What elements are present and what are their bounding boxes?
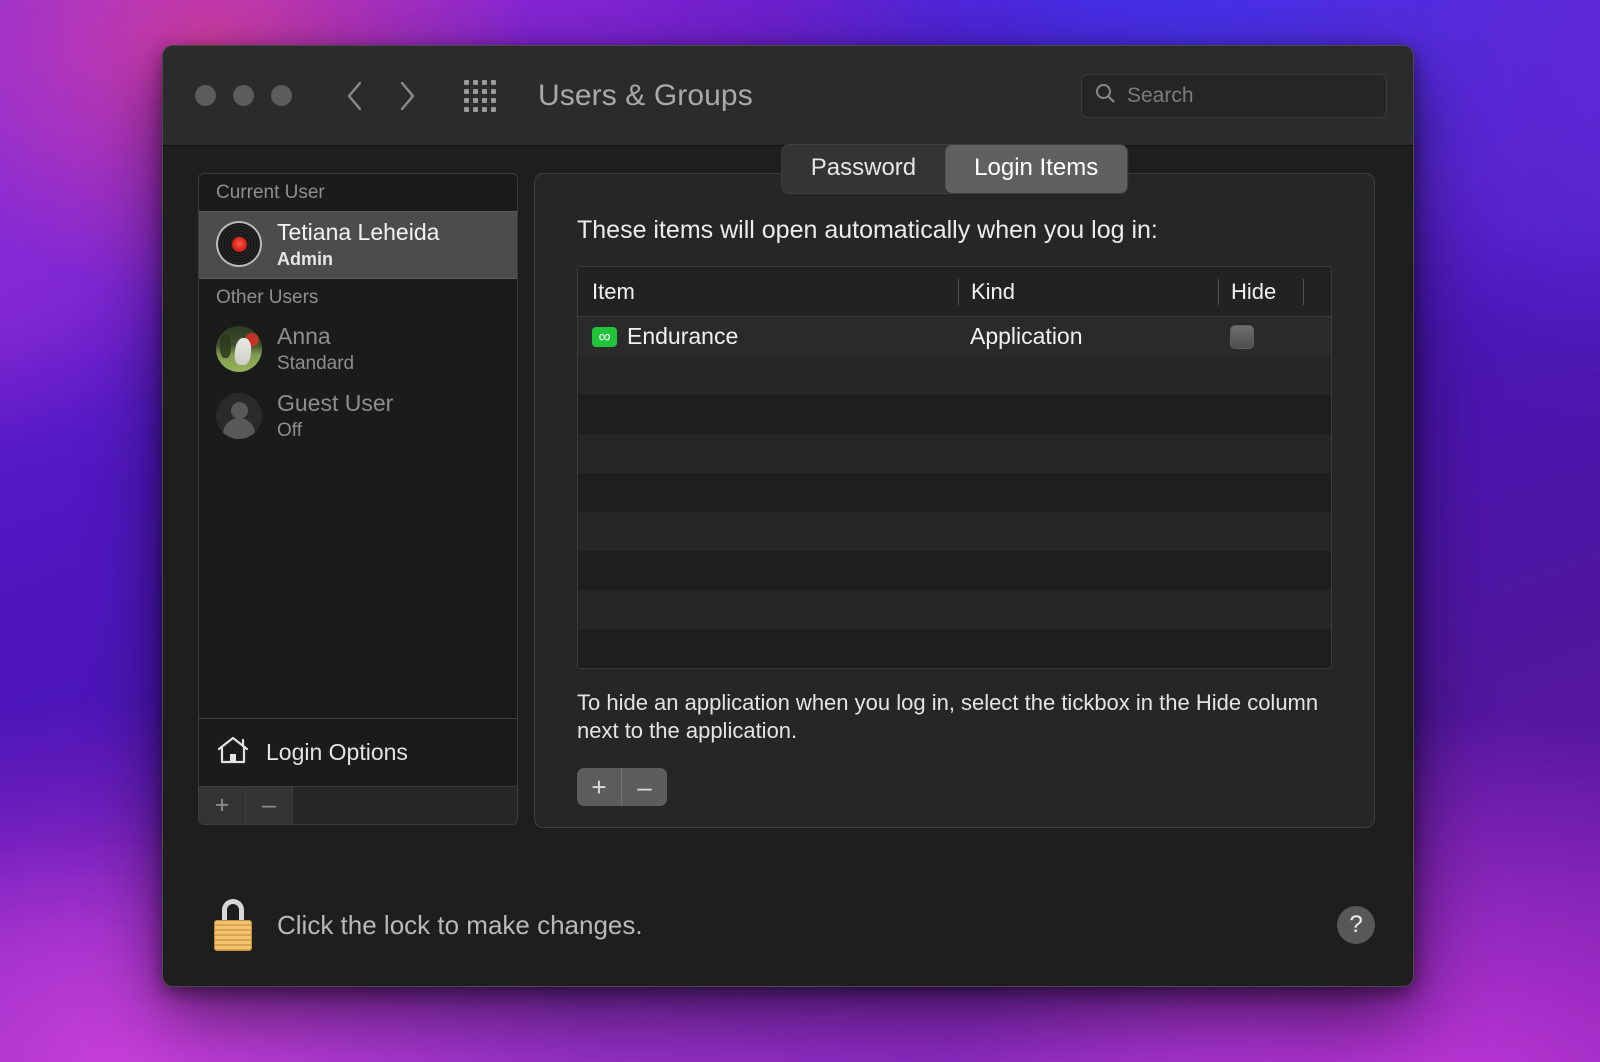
item-name: Endurance: [627, 323, 739, 349]
login-options-label: Login Options: [266, 739, 408, 765]
user-role: Off: [277, 419, 302, 441]
remove-login-item-button[interactable]: –: [622, 768, 667, 806]
user-name: Guest User: [277, 389, 394, 416]
add-user-button[interactable]: +: [199, 787, 246, 824]
user-name: Tetiana Leheida: [277, 219, 440, 245]
cell-item: ∞ Endurance: [578, 323, 958, 350]
hide-checkbox[interactable]: [1230, 324, 1254, 349]
user-row-guest-user[interactable]: Guest User Off: [199, 383, 517, 450]
column-header-filler: [1303, 278, 1331, 305]
lock-text: Click the lock to make changes.: [277, 909, 643, 940]
tab-bar: Password Login Items: [780, 144, 1129, 194]
table-empty-row: [578, 590, 1331, 629]
zoom-button[interactable]: [271, 85, 292, 106]
tab-password[interactable]: Password: [782, 145, 945, 193]
cell-kind: Application: [970, 323, 1083, 349]
guest-person-avatar: [216, 392, 262, 439]
table-empty-row: [578, 512, 1331, 551]
user-role: Admin: [277, 248, 333, 269]
users-sidebar: Current User Tetiana Leheida Admin Other…: [198, 173, 518, 825]
column-header-hide[interactable]: Hide: [1218, 278, 1303, 305]
table-empty-row: [578, 434, 1331, 473]
photo-avatar: [216, 325, 262, 372]
remove-user-button[interactable]: –: [246, 787, 293, 824]
navigation-arrows: [344, 79, 418, 113]
table-header: Item Kind Hide: [578, 267, 1331, 317]
table-empty-row: [578, 473, 1331, 512]
tab-login-items[interactable]: Login Items: [945, 145, 1128, 193]
hint-text: To hide an application when you log in, …: [577, 690, 1319, 744]
user-row-anna[interactable]: Anna Standard: [199, 316, 517, 383]
minimize-button[interactable]: [233, 85, 254, 106]
add-login-item-button[interactable]: +: [577, 768, 622, 807]
window-body: Current User Tetiana Leheida Admin Other…: [163, 144, 1413, 864]
sidebar-add-remove-controls: + –: [199, 786, 517, 824]
system-preferences-window: Users & Groups Search Current User Tetia…: [162, 45, 1414, 987]
chevron-left-icon[interactable]: [344, 79, 366, 113]
window-titlebar: Users & Groups Search: [163, 46, 1413, 146]
column-header-kind[interactable]: Kind: [958, 278, 1218, 305]
table-empty-row: [578, 551, 1331, 590]
closed-lock-icon[interactable]: [211, 899, 255, 951]
user-row-tetiana-leheida[interactable]: Tetiana Leheida Admin: [199, 211, 517, 279]
grid-icon[interactable]: [464, 79, 496, 112]
group-header-current-user: Current User: [199, 174, 517, 211]
user-list: Current User Tetiana Leheida Admin Other…: [199, 174, 517, 718]
window-footer: Click the lock to make changes. ?: [163, 864, 1413, 986]
table-row[interactable]: ∞ Endurance Application: [578, 317, 1331, 356]
user-name: Anna: [277, 322, 331, 349]
traffic-lights: [195, 85, 292, 106]
search-icon: [1094, 82, 1116, 109]
vinyl-record-avatar: [216, 221, 262, 268]
login-items-table: Item Kind Hide ∞ Endurance Application: [577, 266, 1332, 669]
cell-hide: [1218, 324, 1303, 349]
lock-area[interactable]: Click the lock to make changes.: [211, 899, 643, 951]
search-placeholder: Search: [1127, 83, 1194, 107]
content-area: Password Login Items These items will op…: [534, 144, 1375, 864]
sidebar-item-login-options[interactable]: Login Options: [199, 718, 517, 786]
group-header-other-users: Other Users: [199, 278, 517, 316]
desktop-wallpaper: Users & Groups Search Current User Tetia…: [0, 0, 1600, 1062]
panel-heading: These items will open automatically when…: [577, 216, 1158, 244]
table-empty-row: [578, 395, 1331, 434]
page-title: Users & Groups: [538, 78, 753, 112]
sidebar-toolbar-filler: [293, 787, 517, 824]
home-icon: [216, 735, 250, 770]
chevron-right-icon[interactable]: [396, 79, 418, 113]
close-button[interactable]: [195, 85, 216, 106]
table-empty-row: [578, 356, 1331, 395]
endurance-app-icon: ∞: [592, 326, 617, 347]
login-items-add-remove-controls: + –: [577, 768, 667, 807]
help-button[interactable]: ?: [1337, 906, 1375, 944]
user-role: Standard: [277, 352, 355, 374]
login-items-panel: These items will open automatically when…: [534, 173, 1375, 828]
column-header-item[interactable]: Item: [578, 279, 958, 305]
search-input[interactable]: Search: [1081, 73, 1387, 118]
table-empty-row: [578, 629, 1331, 668]
